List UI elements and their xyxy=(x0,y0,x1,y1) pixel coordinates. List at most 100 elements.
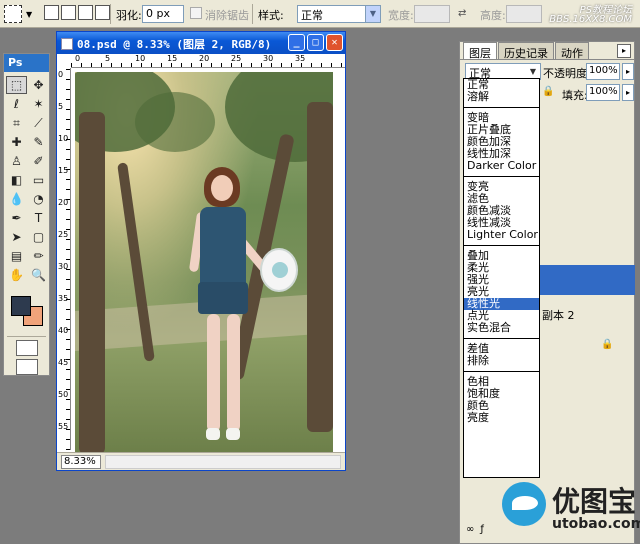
blend-option[interactable]: 实色混合 xyxy=(464,322,539,334)
history-brush-icon[interactable]: ✐ xyxy=(28,152,49,170)
watermark-url: BBS.16XX8.COM xyxy=(549,14,632,25)
chevron-down-icon: ▼ xyxy=(365,6,380,22)
blend-option[interactable]: Lighter Color xyxy=(464,229,539,241)
ruler-tick: 40 xyxy=(58,326,69,335)
screen-mode-icon[interactable] xyxy=(15,359,38,375)
maximize-button[interactable]: □ xyxy=(307,34,324,51)
ruler-tick: 5 xyxy=(58,102,64,111)
width-input[interactable] xyxy=(414,5,450,23)
path-select-icon[interactable]: ➤ xyxy=(6,228,27,246)
slice-tool-icon[interactable]: ⟋ xyxy=(28,114,49,132)
pen-tool-icon[interactable]: ✒ xyxy=(6,209,27,227)
crop-tool-icon[interactable]: ⌗ xyxy=(6,114,27,132)
antialias-checkbox[interactable] xyxy=(190,7,202,19)
document-title: 08.psd @ 8.33% (图层 2, RGB/8) xyxy=(77,38,272,51)
lasso-tool-icon[interactable]: ℓ xyxy=(6,95,27,113)
blend-option[interactable]: Darker Color xyxy=(464,160,539,172)
ruler-tick: 0 xyxy=(58,70,64,79)
subtract-selection-icon[interactable] xyxy=(78,5,93,20)
brush-tool-icon[interactable]: ✎ xyxy=(28,133,49,151)
new-selection-icon[interactable] xyxy=(44,5,59,20)
link-layers-icon[interactable]: ∞ xyxy=(466,524,474,535)
blend-option[interactable]: 溶解 xyxy=(464,91,539,103)
fill-slider-icon[interactable]: ▸ xyxy=(622,84,634,101)
shape-tool-icon[interactable]: ▢ xyxy=(28,228,49,246)
blend-option[interactable]: 亮度 xyxy=(464,412,539,424)
marquee-tool-icon[interactable] xyxy=(4,5,22,23)
photo-canvas[interactable] xyxy=(75,72,333,454)
options-bar: ▼ 羽化: 0 px 消除锯齿 样式: 正常 ▼ 宽度: ⇄ 高度: PS教程论… xyxy=(0,0,640,28)
document-titlebar[interactable]: 08.psd @ 8.33% (图层 2, RGB/8) _ □ ✕ xyxy=(57,32,345,54)
tool-preset-chevron-icon[interactable]: ▼ xyxy=(26,10,32,19)
layer-name[interactable]: 副本 2 xyxy=(542,307,575,323)
clone-stamp-icon[interactable]: ♙ xyxy=(6,152,27,170)
height-input[interactable] xyxy=(506,5,542,23)
magic-wand-icon[interactable]: ✶ xyxy=(28,95,49,113)
model-leg xyxy=(227,314,240,432)
ruler-tick: 5 xyxy=(105,54,111,63)
ruler-tick: 35 xyxy=(58,294,69,303)
opacity-input[interactable]: 100% xyxy=(586,63,620,80)
tab-actions[interactable]: 动作 xyxy=(555,42,589,60)
lock-icon[interactable]: 🔒 xyxy=(542,86,554,97)
ruler-tick: 20 xyxy=(199,54,210,63)
panel-bottom-icons: ∞ ƒ xyxy=(466,524,484,535)
hand-tool-icon[interactable]: ✋ xyxy=(6,266,27,284)
quick-mask-icon[interactable] xyxy=(15,340,38,356)
layer-style-icon[interactable]: ƒ xyxy=(480,524,484,535)
tab-layers[interactable]: 图层 xyxy=(463,42,497,60)
ruler-tick: 25 xyxy=(58,230,69,239)
foreground-color[interactable] xyxy=(11,296,31,316)
blur-tool-icon[interactable]: 💧 xyxy=(6,190,27,208)
move-tool-icon[interactable]: ✥ xyxy=(28,76,49,94)
intersect-selection-icon[interactable] xyxy=(95,5,110,20)
eyedropper-icon[interactable]: ✏ xyxy=(28,247,49,265)
zoom-tool-icon[interactable]: 🔍 xyxy=(28,266,49,284)
notes-tool-icon[interactable]: ▤ xyxy=(6,247,27,265)
document-window: 08.psd @ 8.33% (图层 2, RGB/8) _ □ ✕ 0 5 1… xyxy=(56,31,346,471)
swap-icon[interactable]: ⇄ xyxy=(458,8,466,19)
logo-chinese: 优图宝 xyxy=(552,485,637,518)
type-tool-icon[interactable]: T xyxy=(28,209,49,227)
ruler-tick: 55 xyxy=(58,422,69,431)
horizontal-scrollbar[interactable] xyxy=(105,455,341,469)
style-label: 样式: xyxy=(258,9,284,22)
feather-input[interactable]: 0 px xyxy=(142,5,184,23)
site-logo: 优图宝 utobao.com xyxy=(500,472,640,542)
ps-logo: Ps xyxy=(4,54,49,72)
horizontal-ruler: 0 5 10 15 20 25 30 35 xyxy=(71,54,345,68)
selected-layer-row[interactable] xyxy=(540,265,635,295)
model-shoe xyxy=(226,428,240,440)
close-button[interactable]: ✕ xyxy=(326,34,343,51)
gradient-tool-icon[interactable]: ▭ xyxy=(28,171,49,189)
blend-option[interactable]: 排除 xyxy=(464,355,539,367)
eraser-tool-icon[interactable]: ◧ xyxy=(6,171,27,189)
model-shorts xyxy=(198,282,248,314)
window-buttons: _ □ ✕ xyxy=(288,34,343,51)
height-label: 高度: xyxy=(480,9,506,22)
healing-brush-icon[interactable]: ✚ xyxy=(6,133,27,151)
ruler-tick: 35 xyxy=(295,54,306,63)
ruler-tick: 15 xyxy=(58,166,69,175)
ruler-tick: 30 xyxy=(263,54,274,63)
panel-menu-icon[interactable]: ▸ xyxy=(617,44,631,58)
style-select[interactable]: 正常 ▼ xyxy=(297,5,381,23)
marquee-tool-icon[interactable]: ⬚ xyxy=(6,76,27,94)
tab-history[interactable]: 历史记录 xyxy=(498,42,554,60)
ruler-tick: 10 xyxy=(135,54,146,63)
opacity-slider-icon[interactable]: ▸ xyxy=(622,63,634,80)
ruler-tick: 15 xyxy=(167,54,178,63)
toolbox: Ps ⬚ ✥ ℓ ✶ ⌗ ⟋ ✚ ✎ ♙ ✐ ◧ ▭ 💧 ◔ ✒ T ➤ ▢ ▤… xyxy=(3,53,50,376)
fill-input[interactable]: 100% xyxy=(586,84,620,101)
divider xyxy=(464,371,539,372)
dodge-tool-icon[interactable]: ◔ xyxy=(28,190,49,208)
fill-label: 填充: xyxy=(562,89,588,102)
minimize-button[interactable]: _ xyxy=(288,34,305,51)
add-selection-icon[interactable] xyxy=(61,5,76,20)
status-bar: 8.33% xyxy=(57,452,345,470)
bird-logo-icon xyxy=(502,482,546,526)
model-face xyxy=(211,175,233,201)
antialias-label: 消除锯齿 xyxy=(205,9,249,22)
feather-label: 羽化: xyxy=(116,9,142,22)
zoom-field[interactable]: 8.33% xyxy=(61,455,101,469)
